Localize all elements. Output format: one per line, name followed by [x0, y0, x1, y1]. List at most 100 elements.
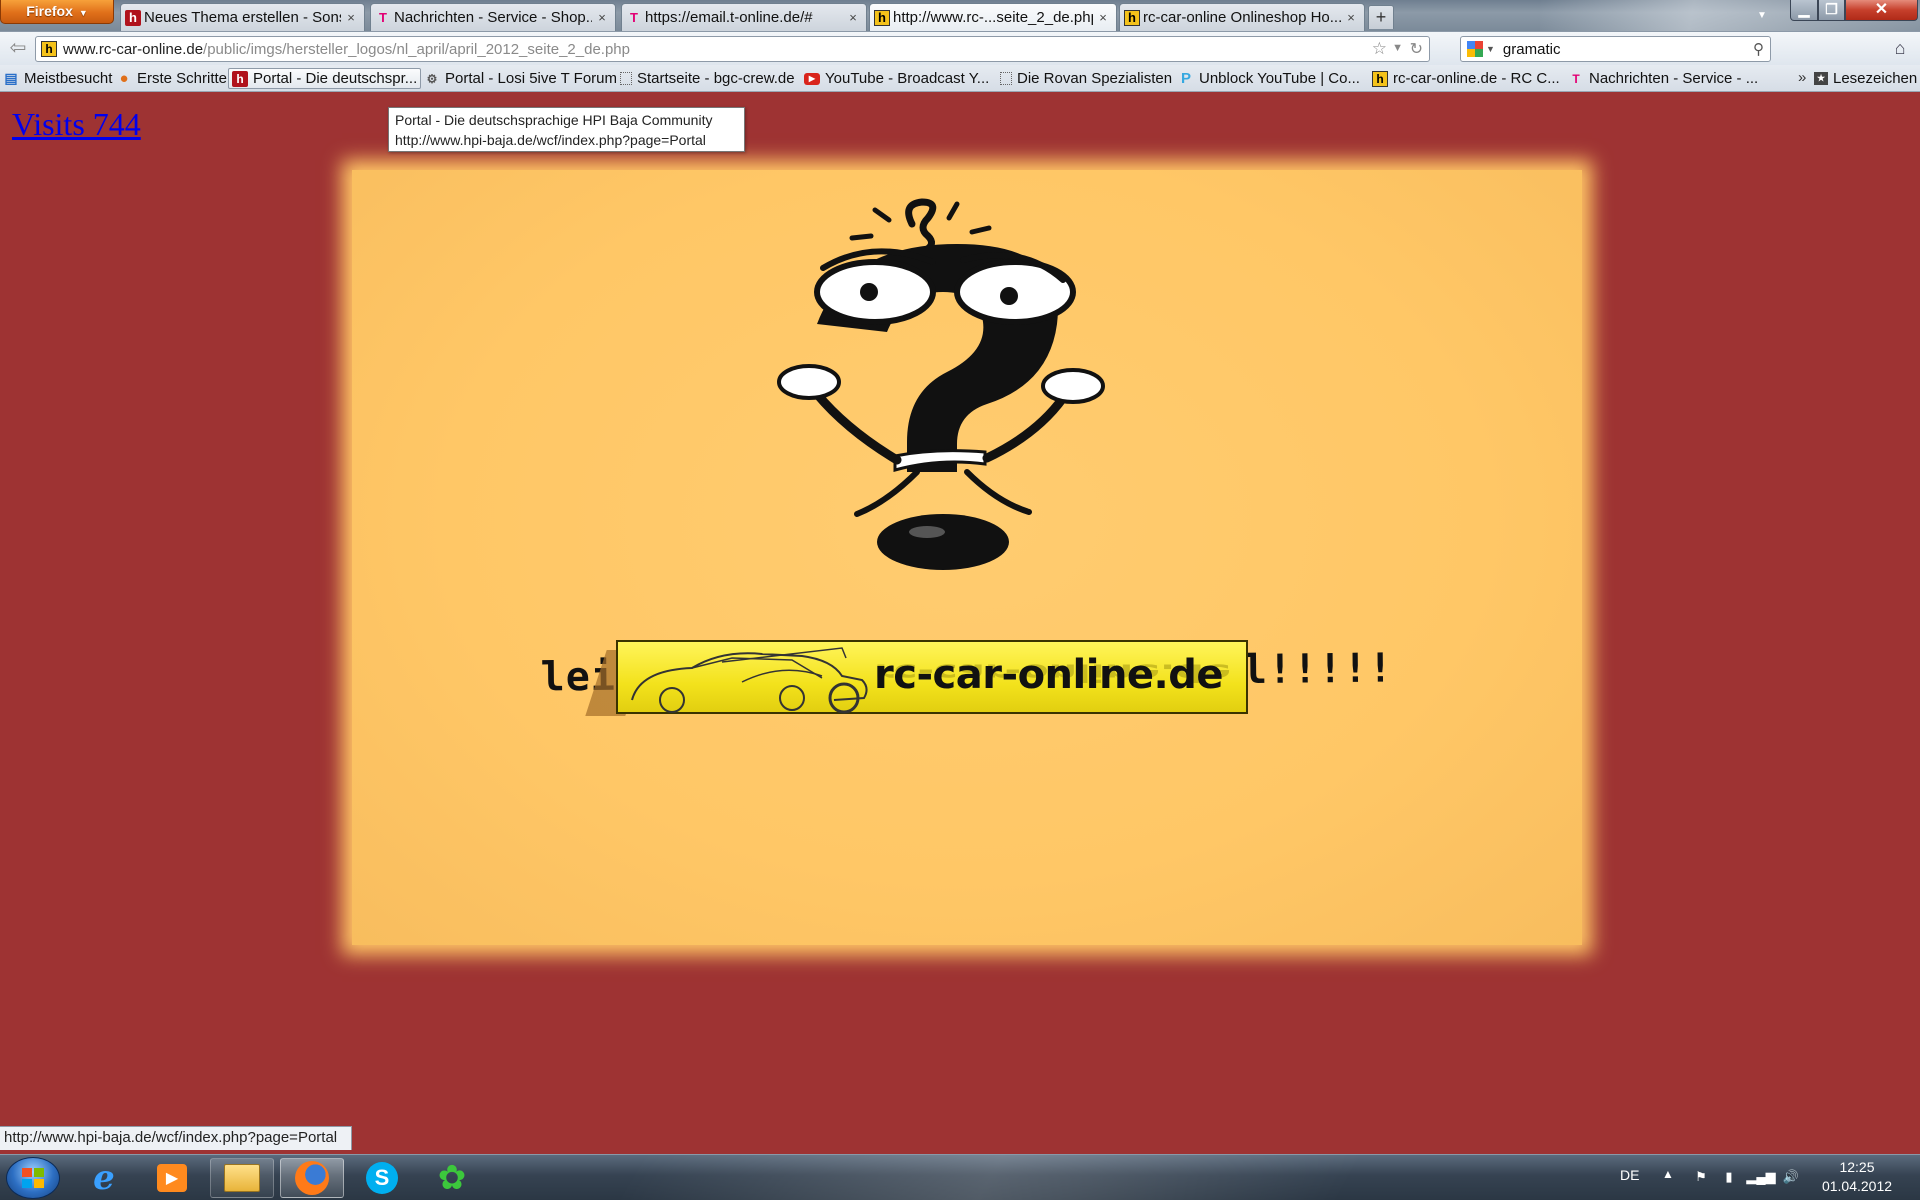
firefox-icon: ●	[119, 70, 129, 87]
history-dropdown-icon[interactable]: ▼	[1392, 42, 1403, 54]
reload-icon[interactable]: ↻	[1410, 39, 1423, 59]
bookmark-label: Nachrichten - Service - ...	[1589, 70, 1759, 87]
bookmark-youtube[interactable]: ▶ YouTube - Broadcast Y...	[804, 68, 989, 89]
bookmark-star-icon[interactable]: ☆	[1372, 39, 1387, 59]
media-player-icon: ▶	[157, 1164, 187, 1192]
bookmark-label: Unblock YouTube | Co...	[1199, 70, 1360, 87]
close-window-button[interactable]: ✕	[1845, 0, 1918, 21]
explorer-icon	[224, 1164, 260, 1192]
most-visited-icon: ▤	[4, 70, 18, 86]
close-icon[interactable]: ×	[595, 10, 609, 25]
firefox-icon	[295, 1161, 329, 1195]
close-icon[interactable]: ×	[846, 10, 860, 25]
taskbar-explorer[interactable]	[210, 1158, 274, 1198]
clock[interactable]: 12:25 01.04.2012	[1820, 1158, 1894, 1196]
tooltip-title: Portal - Die deutschsprachige HPI Baja C…	[395, 112, 713, 128]
bookmark-label: Erste Schritte	[137, 70, 228, 87]
home-icon[interactable]: ⌂	[1888, 38, 1912, 60]
taskbar-internet-explorer[interactable]: e	[72, 1158, 136, 1198]
bookmarks-overflow-button[interactable]: »	[1798, 69, 1806, 86]
taskbar-glass	[400, 1155, 1580, 1200]
status-bar: http://www.hpi-baja.de/wcf/index.php?pag…	[0, 1126, 352, 1150]
bookmark-nachrichten[interactable]: T Nachrichten - Service - ...	[1568, 68, 1758, 89]
bookmark-rc-car-online[interactable]: h rc-car-online.de - RC C...	[1372, 68, 1560, 89]
tab-neues-thema[interactable]: h Neues Thema erstellen - Sons... ×	[120, 3, 365, 31]
windows-logo-icon	[22, 1168, 44, 1188]
tab-title: http://www.rc-...seite_2_de.php	[893, 9, 1093, 26]
losi-icon: ⚙	[426, 71, 438, 86]
bookmark-rovan[interactable]: Die Rovan Spezialisten	[1000, 68, 1172, 89]
start-button[interactable]	[6, 1157, 60, 1199]
firefox-menu-button[interactable]: Firefox ▼	[0, 0, 114, 24]
chevron-down-icon: ▼	[78, 8, 88, 18]
language-indicator[interactable]: DE	[1620, 1167, 1639, 1183]
search-input[interactable]: gramatic	[1503, 41, 1753, 58]
navigation-toolbar: ⇦ h www.rc-car-online.de/public/imgs/her…	[0, 31, 1920, 65]
bookmark-unblock-youtube[interactable]: P Unblock YouTube | Co...	[1178, 68, 1360, 89]
close-icon[interactable]: ×	[1344, 10, 1358, 25]
clock-time: 12:25	[1839, 1159, 1875, 1175]
tab-title: https://email.t-online.de/#	[645, 9, 813, 26]
visits-counter-link[interactable]: Visits 744	[12, 106, 141, 143]
close-icon[interactable]: ×	[344, 10, 358, 25]
bookmarks-menu-icon: ★	[1814, 72, 1828, 85]
bookmark-hpi-portal[interactable]: h Portal - Die deutschspr...	[228, 68, 422, 89]
tab-title: rc-car-online Onlineshop Ho...	[1143, 9, 1341, 26]
rc-car-online-icon: h	[1372, 70, 1388, 87]
volume-icon[interactable]: 🔊	[1782, 1168, 1800, 1186]
tab-april-page[interactable]: h http://www.rc-...seite_2_de.php ×	[869, 3, 1117, 31]
site-identity-icon[interactable]: h	[41, 41, 57, 57]
new-tab-button[interactable]: +	[1368, 5, 1394, 29]
bookmark-label: Startseite - bgc-crew.de	[637, 70, 795, 87]
battery-icon[interactable]: ▮	[1720, 1168, 1738, 1186]
bookmark-erste-schritte[interactable]: ● Erste Schritte	[116, 68, 227, 89]
youtube-icon: ▶	[804, 72, 820, 85]
network-signal-icon[interactable]: ▂▄▆	[1746, 1168, 1775, 1186]
tooltip-url: http://www.hpi-baja.de/wcf/index.php?pag…	[395, 132, 706, 148]
action-center-flag-icon[interactable]: ⚑	[1692, 1168, 1710, 1186]
tab-strip: Firefox ▼ h Neues Thema erstellen - Sons.…	[0, 0, 1920, 31]
google-icon[interactable]	[1467, 41, 1483, 57]
telekom-icon: T	[1572, 71, 1580, 86]
blank-page-icon	[620, 72, 632, 85]
proxy-icon: P	[1180, 70, 1191, 87]
search-bar[interactable]: ▼ gramatic ⚲	[1460, 36, 1771, 62]
blank-page-icon	[1000, 72, 1012, 85]
bookmark-meistbesucht[interactable]: ▤ Meistbesucht	[3, 68, 112, 89]
bookmark-losi-forum[interactable]: ⚙ Portal - Losi 5ive T Forum	[424, 68, 617, 89]
url-bar[interactable]: h www.rc-car-online.de/public/imgs/herst…	[35, 36, 1430, 62]
tab-email[interactable]: T https://email.t-online.de/# ×	[621, 3, 867, 31]
close-icon[interactable]: ×	[1096, 10, 1110, 25]
taskbar-media-player[interactable]: ▶	[140, 1158, 204, 1198]
url-path: /public/imgs/hersteller_logos/nl_april/a…	[203, 40, 630, 58]
page-content: Visits 744 April!!!!! rc-car-online.de r…	[0, 92, 1920, 1154]
bookmark-label: Meistbesucht	[24, 70, 113, 87]
skype-icon: S	[366, 1162, 398, 1194]
bookmark-label: Portal - Losi 5ive T Forum	[445, 70, 618, 87]
back-arrow-icon[interactable]: ⇦	[5, 37, 31, 61]
bookmarks-toolbar: ▤ Meistbesucht ● Erste Schritte h Portal…	[0, 65, 1920, 92]
maximize-button[interactable]: ❐	[1818, 0, 1845, 21]
car-silhouette-icon	[631, 647, 868, 714]
bookmark-tooltip: Portal - Die deutschsprachige HPI Baja C…	[388, 107, 745, 152]
tab-title: Neues Thema erstellen - Sons...	[144, 9, 341, 26]
taskbar-icq[interactable]: ✿	[420, 1158, 484, 1198]
taskbar-firefox[interactable]	[280, 1158, 344, 1198]
tab-onlineshop[interactable]: h rc-car-online Onlineshop Ho... ×	[1119, 3, 1365, 31]
rc-car-online-icon: h	[874, 9, 890, 26]
chevron-down-icon[interactable]: ▼	[1486, 44, 1495, 54]
bookmark-label: rc-car-online.de - RC C...	[1393, 70, 1560, 87]
bookmark-bgc-crew[interactable]: Startseite - bgc-crew.de	[620, 68, 795, 89]
show-hidden-icons-icon[interactable]: ▲	[1662, 1167, 1674, 1181]
tab-nachrichten[interactable]: T Nachrichten - Service - Shop... ×	[370, 3, 616, 31]
taskbar-skype[interactable]: S	[350, 1158, 414, 1198]
bookmarks-menu-label: Lesezeichen	[1833, 70, 1918, 87]
hpi-baja-icon: h	[232, 70, 248, 87]
magnifier-icon[interactable]: ⚲	[1753, 40, 1764, 58]
list-all-tabs-icon[interactable]: ▼	[1752, 6, 1772, 26]
bookmark-label: Die Rovan Spezialisten	[1017, 70, 1173, 87]
rc-car-online-logo: rc-car-online.de rc-car-online.de	[616, 640, 1248, 714]
bookmark-label: YouTube - Broadcast Y...	[825, 70, 990, 87]
minimize-button[interactable]: ▁	[1790, 0, 1818, 21]
bookmarks-menu-button[interactable]: ★ Lesezeichen	[1814, 68, 1917, 89]
